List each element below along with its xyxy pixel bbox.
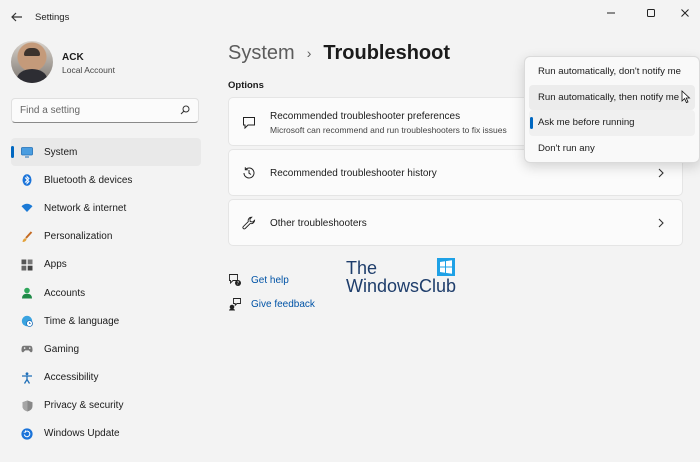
card-description: Microsoft can recommend and run troubles…: [270, 125, 507, 135]
close-icon: [681, 9, 689, 17]
sidebar-item-label: Bluetooth & devices: [44, 174, 133, 186]
troubleshooter-preference-dropdown: Run automatically, don't notify me Run a…: [524, 56, 700, 163]
card-title: Recommended troubleshooter history: [270, 168, 437, 179]
dropdown-option-ask-before-running[interactable]: Ask me before running: [529, 110, 695, 136]
breadcrumb-parent[interactable]: System: [228, 42, 295, 65]
user-name: ACK: [62, 52, 84, 63]
sidebar-item-label: Gaming: [44, 343, 80, 355]
system-icon: [21, 146, 33, 158]
sidebar-item-privacy-security[interactable]: Privacy & security: [11, 392, 201, 420]
avatar-hair: [24, 48, 40, 56]
avatar[interactable]: [11, 41, 53, 83]
dropdown-option-run-then-notify[interactable]: Run automatically, then notify me: [529, 84, 695, 110]
sidebar-item-apps[interactable]: Apps: [11, 251, 201, 279]
brush-icon: [21, 230, 33, 243]
sidebar-item-label: Windows Update: [44, 428, 120, 440]
sidebar-item-accounts[interactable]: Accounts: [11, 279, 201, 307]
breadcrumb-separator: ›: [306, 45, 312, 61]
sidebar-item-bluetooth[interactable]: Bluetooth & devices: [11, 166, 201, 194]
card-other-troubleshooters[interactable]: Other troubleshooters: [228, 199, 683, 246]
sidebar-item-label: Personalization: [44, 231, 113, 243]
sidebar-item-label: Accounts: [44, 287, 86, 299]
get-help-label[interactable]: Get help: [251, 275, 289, 286]
sidebar-item-label: System: [44, 146, 78, 158]
globe-clock-icon: [21, 315, 33, 328]
sidebar-nav: System Bluetooth & devices Network & int…: [11, 138, 201, 448]
dropdown-option-dont-run[interactable]: Don't run any: [529, 136, 695, 162]
sidebar-item-time-language[interactable]: Time & language: [11, 307, 201, 335]
avatar-body: [17, 69, 47, 83]
accounts-icon: [21, 287, 33, 299]
sidebar-item-label: Network & internet: [44, 202, 127, 214]
search-icon[interactable]: [180, 105, 190, 115]
title-bar: Settings: [0, 0, 700, 34]
feedback-icon: [228, 297, 242, 311]
chevron-right-icon: [656, 167, 666, 179]
maximize-icon: [647, 9, 655, 17]
card-title: Recommended troubleshooter preferences: [270, 111, 461, 122]
sidebar-item-personalization[interactable]: Personalization: [11, 223, 201, 251]
dropdown-option-run-dont-notify[interactable]: Run automatically, don't notify me: [529, 59, 695, 85]
sidebar-item-windows-update[interactable]: Windows Update: [11, 420, 201, 448]
sidebar-item-label: Privacy & security: [44, 400, 124, 412]
chevron-right-icon: [656, 217, 666, 229]
maximize-button[interactable]: [638, 6, 664, 20]
history-icon: [242, 166, 256, 180]
sidebar-item-accessibility[interactable]: Accessibility: [11, 364, 201, 392]
shield-icon: [21, 400, 33, 412]
wifi-icon: [21, 202, 33, 214]
help-links: ? Get help Give feedback: [228, 268, 315, 316]
sidebar-item-system[interactable]: System: [11, 138, 201, 167]
back-arrow-icon: [11, 12, 22, 22]
sidebar-item-gaming[interactable]: Gaming: [11, 335, 201, 363]
section-label-options: Options: [228, 80, 264, 91]
chat-icon: [242, 115, 256, 129]
watermark-line2: WindowsClub: [346, 276, 457, 296]
minimize-icon: [607, 12, 615, 14]
app-title: Settings: [35, 12, 70, 23]
sidebar-item-label: Time & language: [44, 315, 120, 327]
sidebar-item-network[interactable]: Network & internet: [11, 194, 201, 222]
account-type: Local Account: [62, 65, 115, 75]
watermark: The WindowsClub: [346, 258, 466, 298]
sidebar-item-label: Apps: [44, 259, 67, 271]
mouse-cursor-icon: [681, 90, 691, 104]
breadcrumb: System › Troubleshoot: [228, 40, 450, 66]
windows-logo-icon: [437, 258, 455, 276]
bluetooth-icon: [21, 174, 33, 187]
search-input[interactable]: [20, 105, 170, 116]
card-title: Other troubleshooters: [270, 218, 367, 229]
sidebar-item-label: Accessibility: [44, 372, 99, 384]
close-button[interactable]: [672, 6, 698, 20]
search-box[interactable]: [11, 98, 199, 123]
help-icon: ?: [228, 273, 242, 287]
give-feedback-label[interactable]: Give feedback: [251, 299, 315, 310]
accessibility-icon: [21, 371, 33, 384]
get-help-link[interactable]: ? Get help: [228, 268, 315, 292]
back-button[interactable]: [8, 8, 26, 26]
give-feedback-link[interactable]: Give feedback: [228, 292, 315, 316]
gamepad-icon: [21, 343, 33, 355]
update-icon: [21, 428, 33, 440]
apps-icon: [21, 259, 33, 271]
page-title: Troubleshoot: [323, 41, 451, 64]
minimize-button[interactable]: [598, 6, 624, 20]
wrench-icon: [242, 216, 256, 230]
